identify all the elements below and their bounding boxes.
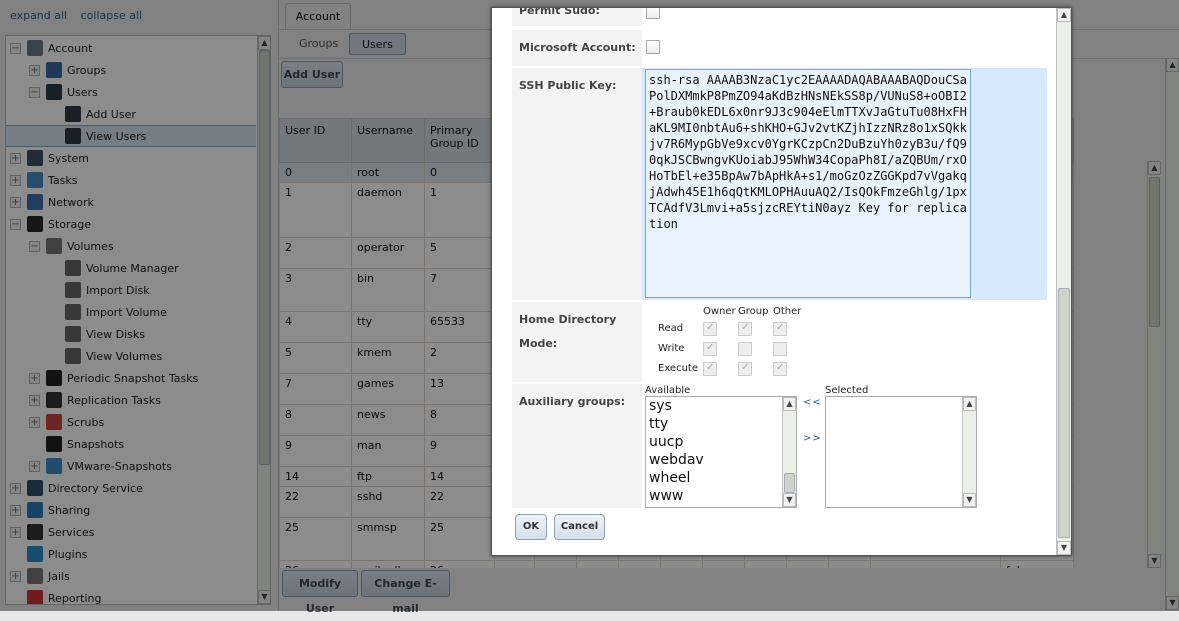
ssh-key-textarea[interactable]: ssh-rsa AAAAB3NzaC1yc2EAAAADAQABAAABAQDo… [645,69,971,298]
selected-groups-list[interactable]: ▲ ▼ [825,396,977,508]
microsoft-account-checkbox[interactable] [646,40,660,54]
perm-row-label: Read [658,323,684,334]
perm-checkbox-execute-owner[interactable] [703,362,717,376]
permit-sudo-label: Permit Sudo: [519,7,600,17]
group-option[interactable]: sys [646,397,796,415]
edit-user-dialog: Permit Sudo: Microsoft Account: SSH Publ… [491,7,1072,556]
perm-row-label: Execute [658,363,698,374]
home-dir-label-1: Home Directory [519,313,617,326]
perm-col-group: Group [738,306,769,317]
group-option[interactable]: webdav [646,451,796,469]
available-label: Available [645,385,691,396]
selected-label: Selected [825,385,869,396]
selected-scroll-down[interactable]: ▼ [963,493,976,507]
perm-checkbox-execute-group[interactable] [738,362,752,376]
perm-col-other: Other [773,306,802,317]
cancel-button[interactable]: Cancel [554,514,605,540]
group-option[interactable]: tty [646,415,796,433]
group-option[interactable]: wheel [646,469,796,487]
perm-checkbox-write-owner[interactable] [703,342,717,356]
ssh-key-row [512,68,642,300]
perm-row-label: Write [658,343,685,354]
perm-checkbox-read-other[interactable] [773,322,787,336]
group-option[interactable]: uucp [646,433,796,451]
perm-checkbox-write-group[interactable] [738,342,752,356]
perm-checkbox-write-other[interactable] [773,342,787,356]
ok-button[interactable]: OK [515,514,547,540]
dialog-scroll-down[interactable]: ▼ [1057,541,1071,555]
available-scroll-up[interactable]: ▲ [783,397,796,411]
selected-scroll-up[interactable]: ▲ [963,397,976,411]
perm-checkbox-read-group[interactable] [738,322,752,336]
permit-sudo-checkbox[interactable] [646,8,660,19]
available-scroll-down[interactable]: ▼ [783,493,796,507]
available-scrollbar[interactable]: ▲ ▼ [782,397,796,507]
move-left-button[interactable]: << [803,397,822,408]
available-scroll-thumb[interactable] [784,473,795,493]
perm-checkbox-read-owner[interactable] [703,322,717,336]
home-dir-label-2: Mode: [519,337,558,350]
group-option[interactable]: www [646,487,796,505]
microsoft-account-label: Microsoft Account: [519,41,636,54]
dialog-scroll-up[interactable]: ▲ [1057,8,1071,22]
dialog-scroll-thumb[interactable] [1058,288,1070,538]
perm-checkbox-execute-other[interactable] [773,362,787,376]
perm-col-owner: Owner [703,306,736,317]
available-groups-list[interactable]: sys tty uucp webdav wheel www ▲ ▼ [645,396,797,508]
aux-groups-label: Auxiliary groups: [519,395,626,408]
move-right-button[interactable]: >> [803,433,822,444]
dialog-scrollbar[interactable]: ▲ ▼ [1056,8,1071,555]
selected-scrollbar[interactable]: ▲ ▼ [962,397,976,507]
ssh-key-label: SSH Public Key: [519,79,617,92]
